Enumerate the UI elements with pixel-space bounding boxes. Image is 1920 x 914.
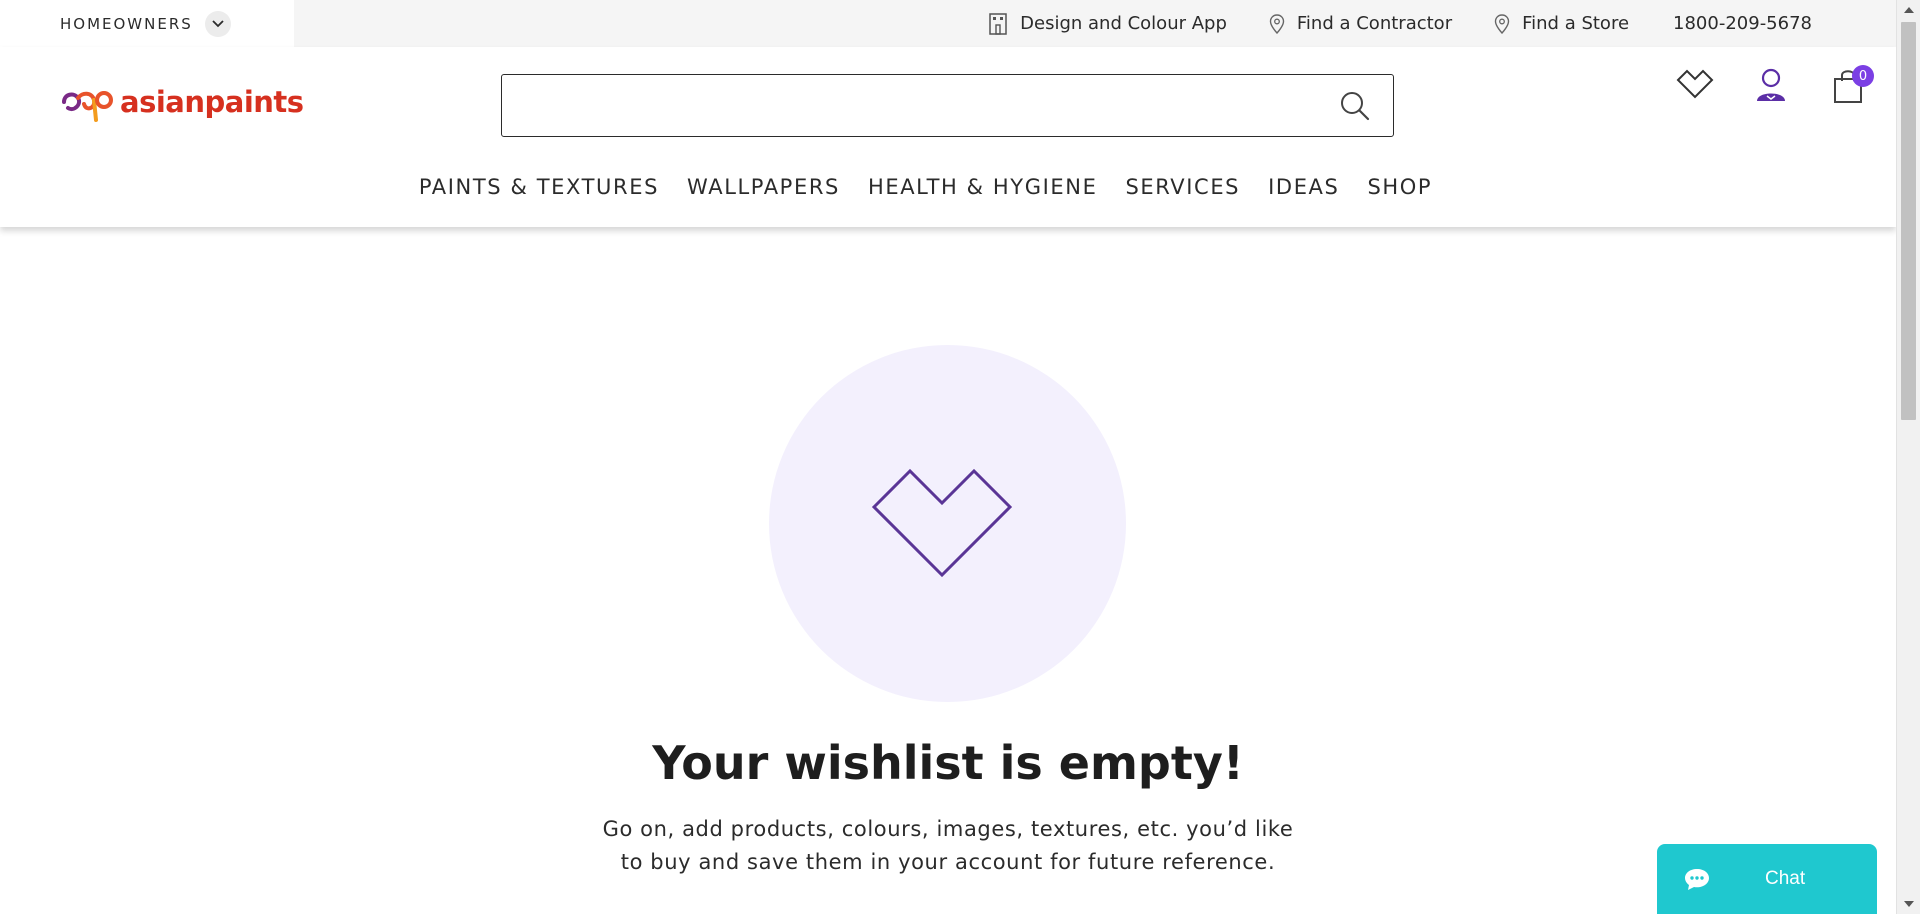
- location-pin-icon: [1494, 13, 1510, 34]
- asianpaints-logo[interactable]: asianpaints: [60, 82, 304, 122]
- nav-health-hygiene[interactable]: HEALTH & HYGIENE: [868, 175, 1098, 199]
- chat-button[interactable]: Chat: [1657, 844, 1877, 914]
- find-store-label: Find a Store: [1522, 13, 1630, 34]
- cart-button[interactable]: 0: [1830, 65, 1874, 107]
- location-pin-icon: [1269, 13, 1285, 34]
- design-colour-app-link[interactable]: Design and Colour App: [988, 12, 1227, 35]
- wishlist-button[interactable]: [1675, 67, 1715, 107]
- cart-count-badge: 0: [1852, 65, 1874, 87]
- find-store-link[interactable]: Find a Store: [1494, 13, 1629, 34]
- search-button[interactable]: [1339, 90, 1371, 122]
- find-contractor-link[interactable]: Find a Contractor: [1269, 13, 1452, 34]
- utility-links: Design and Colour App Find a Contractor …: [946, 0, 1812, 47]
- account-button[interactable]: [1753, 67, 1793, 107]
- heart-icon: [871, 468, 1012, 577]
- page-scrollbar[interactable]: [1896, 0, 1920, 914]
- user-icon: [1757, 68, 1785, 101]
- empty-wishlist-illustration: [769, 345, 1126, 702]
- scroll-up-arrow-icon[interactable]: [1897, 0, 1920, 20]
- find-contractor-label: Find a Contractor: [1296, 13, 1453, 34]
- segment-label: HOMEOWNERS: [60, 14, 193, 33]
- nav-ideas[interactable]: IDEAS: [1268, 175, 1339, 199]
- chat-label: Chat: [1765, 868, 1806, 889]
- nav-wallpapers[interactable]: WALLPAPERS: [687, 175, 840, 199]
- description-line-2: to buy and save them in your account for…: [620, 850, 1276, 874]
- building-icon: [989, 12, 1007, 35]
- chat-bubble-icon: [1685, 869, 1709, 890]
- empty-wishlist-description: Go on, add products, colours, images, te…: [598, 813, 1298, 879]
- empty-wishlist-title: Your wishlist is empty!: [652, 736, 1244, 790]
- nav-paints-textures[interactable]: PAINTS & TEXTURES: [419, 175, 659, 199]
- search-input[interactable]: [502, 75, 1322, 133]
- design-colour-app-label: Design and Colour App: [1020, 13, 1227, 34]
- scrollbar-thumb[interactable]: [1901, 22, 1916, 420]
- scroll-down-arrow-icon[interactable]: [1897, 894, 1920, 914]
- phone-number-link[interactable]: 1800-209-5678: [1673, 13, 1812, 34]
- main-header: asianpaints 0 PAINTS & TEXTURES WALLPAPE…: [0, 47, 1896, 227]
- segment-selector[interactable]: HOMEOWNERS: [0, 0, 294, 47]
- search-box: [501, 74, 1394, 137]
- heart-icon: [1676, 69, 1714, 99]
- search-icon: [1341, 92, 1370, 121]
- description-line-1: Go on, add products, colours, images, te…: [602, 817, 1294, 841]
- main-nav: PAINTS & TEXTURES WALLPAPERS HEALTH & HY…: [0, 175, 1896, 199]
- top-utility-bar: HOMEOWNERS Design and Colour App Find a …: [0, 0, 1896, 47]
- logo-mark-icon: [62, 91, 113, 122]
- chevron-down-icon[interactable]: [204, 10, 231, 37]
- nav-shop[interactable]: SHOP: [1367, 175, 1432, 199]
- nav-services[interactable]: SERVICES: [1125, 175, 1240, 199]
- logo-text: asianpaints: [120, 85, 304, 119]
